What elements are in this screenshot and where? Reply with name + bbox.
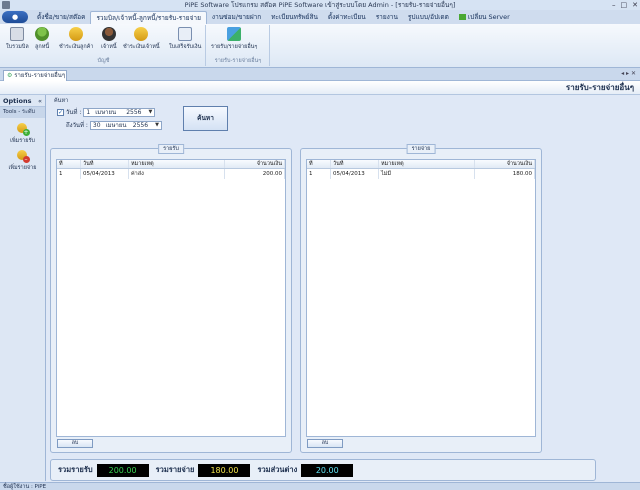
expense-panel-title: รายจ่าย xyxy=(406,144,436,154)
receipt-button[interactable]: ใบเสร็จรับเงิน xyxy=(169,27,201,51)
expense-table[interactable]: ที่ วันที่ หมายเหตุ จำนวนเงิน 1 05/04/20… xyxy=(306,159,536,437)
page-title: รายรับ-รายจ่ายอื่นๆ xyxy=(0,81,640,95)
doc-tab-income-expense[interactable]: ⚙ รายรับ-รายจ่ายอื่นๆ xyxy=(3,70,67,81)
income-table[interactable]: ที่ วันที่ หมายเหตุ จำนวนเงิน 1 05/04/20… xyxy=(56,159,286,437)
from-date-label: วันที่ : xyxy=(66,109,82,116)
main-content: ค้นหา ✓ วันที่ : 1 เมษายน 2556 ▼ ถึงวันท… xyxy=(48,96,638,482)
ribbon-group-title: รายรับ-รายจ่ายอื่นๆ xyxy=(214,58,262,64)
chevron-down-icon: ▼ xyxy=(148,109,153,115)
ribbon-tab-row: ● ตั้งชื่อ/ขาย/สต๊อค รวมบิล/เจ้าหนี้-ลูก… xyxy=(0,10,640,24)
cell-date: 05/04/2013 xyxy=(331,169,379,179)
col-amount[interactable]: จำนวนเงิน xyxy=(225,160,285,168)
remove-coins-icon: – xyxy=(16,149,30,163)
from-date-row: ✓ วันที่ : 1 เมษายน 2556 ▼ xyxy=(57,107,156,117)
user-green-icon xyxy=(35,27,50,41)
to-date-label: ถึงวันที่ : xyxy=(66,122,88,129)
tab-change-server[interactable]: เปลี่ยน Server xyxy=(454,11,515,24)
server-icon xyxy=(458,14,466,20)
tools-section: Tools - ระดับ xyxy=(0,107,45,118)
creditor-payment-button[interactable]: ชำระเงินเจ้าหนี้ xyxy=(123,27,160,51)
table-row[interactable]: 1 05/04/2013 ค่าส่ง 200.00 xyxy=(57,169,285,179)
to-date-row: ถึงวันที่ : 30 เมษายน 2556 ▼ xyxy=(57,120,162,130)
user-dark-icon xyxy=(101,27,116,41)
ribbon-group-title: บัญชี xyxy=(97,58,110,64)
from-date-picker[interactable]: 1 เมษายน 2556 ▼ xyxy=(83,107,156,117)
transfer-icon xyxy=(227,27,242,41)
delete-expense-button[interactable]: ลบ xyxy=(307,439,343,448)
customer-payment-button[interactable]: ชำระเงินลูกค้า xyxy=(59,27,94,51)
collapse-panel-button[interactable]: « xyxy=(38,95,42,107)
coins-stack-icon xyxy=(134,27,149,41)
table-header: ที่ วันที่ หมายเหตุ จำนวนเงิน xyxy=(307,160,535,169)
search-section-label: ค้นหา xyxy=(54,98,69,104)
date-filter-checkbox[interactable]: ✓ xyxy=(57,108,64,116)
options-header: Options « xyxy=(0,95,45,107)
window-title: PiPE Software โปรแกรม สต๊อค PiPE Softwar… xyxy=(184,1,456,9)
search-button[interactable]: ค้นหา xyxy=(183,106,228,131)
cell-note: ค่าส่ง xyxy=(129,169,225,179)
minimize-button[interactable]: – xyxy=(612,0,616,10)
table-row[interactable]: 1 05/04/2013 ไม่มี 180.00 xyxy=(307,169,535,179)
col-note[interactable]: หมายเหตุ xyxy=(379,160,475,168)
document-icon xyxy=(10,27,25,41)
add-income-button[interactable]: + เพิ่มรายรับ xyxy=(0,122,45,145)
tab-layout-update[interactable]: รูปแบบ/อัปเดต xyxy=(403,11,454,24)
ribbon: ใบรวมบิล ลูกหนี้ ชำระเงินลูกค้า เจ้าหนี้… xyxy=(0,24,640,68)
debtors-button[interactable]: ลูกหนี้ xyxy=(35,27,49,51)
tab-change-server-label: เปลี่ยน Server xyxy=(467,13,510,21)
total-income-value: 200.00 xyxy=(96,463,149,477)
cell-amount: 200.00 xyxy=(225,169,285,179)
totals-bar: รวมรายรับ 200.00 รวมรายจ่าย 180.00 รวมส่… xyxy=(50,459,596,481)
combined-bill-button[interactable]: ใบรวมบิล xyxy=(6,27,29,51)
table-header: ที่ วันที่ หมายเหตุ จำนวนเงิน xyxy=(57,160,285,169)
cell-date: 05/04/2013 xyxy=(81,169,129,179)
document-tab-bar: ⚙ รายรับ-รายจ่ายอื่นๆ ◂ ▸ ✕ xyxy=(0,68,640,81)
maximize-button[interactable]: □ xyxy=(621,0,628,10)
tab-assets[interactable]: ทะเบียนทรัพย์สิน xyxy=(266,11,323,24)
to-date-picker[interactable]: 30 เมษายน 2556 ▼ xyxy=(89,120,162,130)
status-bar: ชื่อผู้ใช้งาน : PiPE xyxy=(0,482,640,490)
add-expense-button[interactable]: – เพิ่มรายจ่าย xyxy=(0,149,45,172)
col-no[interactable]: ที่ xyxy=(57,160,81,168)
income-panel-title: รายรับ xyxy=(158,144,184,154)
cell-amount: 180.00 xyxy=(475,169,535,179)
tab-registry-settings[interactable]: ตั้งค่าทะเบียน xyxy=(323,11,371,24)
app-menu-button[interactable]: ● xyxy=(2,11,28,23)
expense-panel: รายจ่าย ที่ วันที่ หมายเหตุ จำนวนเงิน 1 … xyxy=(300,144,542,453)
tab-repair[interactable]: งานซ่อม/ขายฝาก xyxy=(207,11,266,24)
ribbon-group-accounts: ใบรวมบิล ลูกหนี้ ชำระเงินลูกค้า เจ้าหนี้… xyxy=(2,25,206,66)
total-expense-label: รวมรายจ่าย xyxy=(155,465,195,474)
income-panel: รายรับ ที่ วันที่ หมายเหตุ จำนวนเงิน 1 0… xyxy=(50,144,292,453)
col-amount[interactable]: จำนวนเงิน xyxy=(475,160,535,168)
delete-income-button[interactable]: ลบ xyxy=(57,439,93,448)
chevron-down-icon: ▼ xyxy=(155,122,159,128)
coins-icon xyxy=(69,27,84,41)
total-income-label: รวมรายรับ xyxy=(58,465,93,474)
col-note[interactable]: หมายเหตุ xyxy=(129,160,225,168)
close-button[interactable]: ✕ xyxy=(632,0,638,10)
cell-no: 1 xyxy=(307,169,331,179)
title-bar: PiPE Software โปรแกรม สต๊อค PiPE Softwar… xyxy=(0,0,640,10)
options-panel: Options « Tools - ระดับ + เพิ่มรายรับ – … xyxy=(0,95,46,481)
tab-billing[interactable]: รวมบิล/เจ้าหนี้-ลูกหนี้/รายรับ-รายจ่าย xyxy=(90,11,207,24)
creditors-button[interactable]: เจ้าหนี้ xyxy=(101,27,117,51)
total-difference-label: รวมส่วนต่าง xyxy=(257,465,298,474)
cell-note: ไม่มี xyxy=(379,169,475,179)
tab-reports[interactable]: รายงาน xyxy=(371,11,403,24)
col-date[interactable]: วันที่ xyxy=(331,160,379,168)
doc-tab-controls[interactable]: ◂ ▸ ✕ xyxy=(621,70,636,77)
window-controls: – □ ✕ xyxy=(612,0,638,10)
total-difference-value: 20.00 xyxy=(301,463,354,477)
other-income-expense-button[interactable]: รายรับ/รายจ่ายอื่นๆ xyxy=(211,27,257,51)
ribbon-group-other: รายรับ/รายจ่ายอื่นๆ รายรับ-รายจ่ายอื่นๆ xyxy=(207,25,270,66)
col-date[interactable]: วันที่ xyxy=(81,160,129,168)
receipt-icon xyxy=(178,27,193,41)
col-no[interactable]: ที่ xyxy=(307,160,331,168)
tab-stock[interactable]: ตั้งชื่อ/ขาย/สต๊อค xyxy=(32,11,90,24)
cell-no: 1 xyxy=(57,169,81,179)
total-expense-value: 180.00 xyxy=(198,463,251,477)
add-coins-icon: + xyxy=(16,122,30,136)
quick-access-icon[interactable] xyxy=(2,1,10,9)
